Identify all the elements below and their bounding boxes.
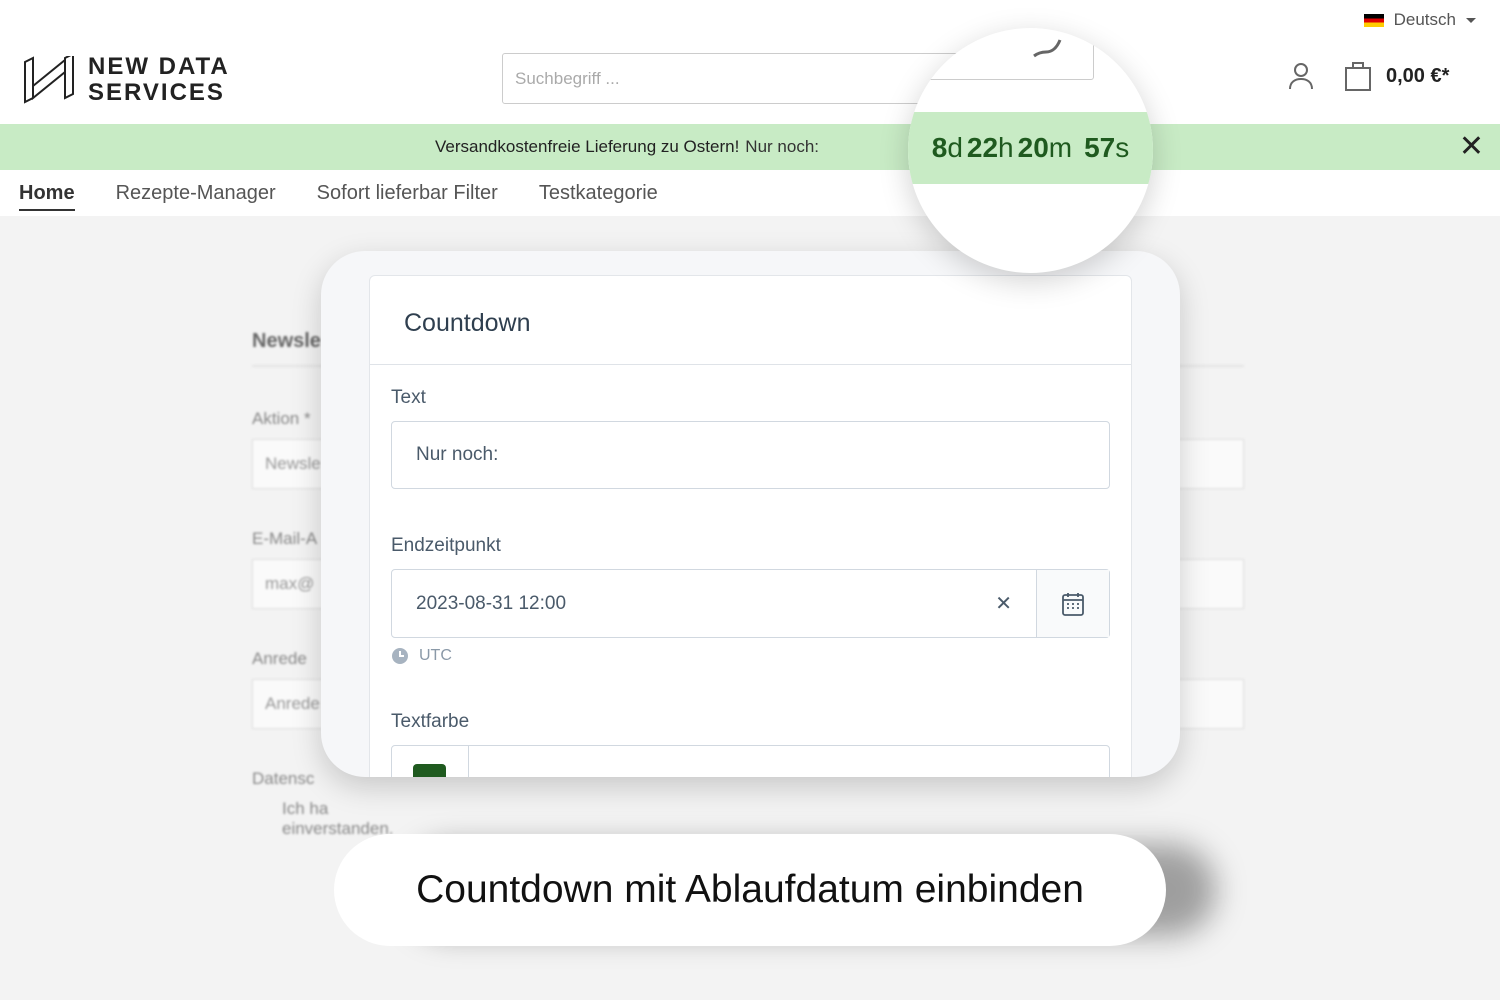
text-label: Text: [391, 387, 426, 408]
settings-panel: Countdown Text Nur noch: Endzeitpunkt 20…: [321, 251, 1180, 777]
caret-down-icon: [1466, 17, 1476, 23]
countdown-hours: 22: [966, 132, 999, 163]
nav-sofort-lieferbar[interactable]: Sofort lieferbar Filter: [317, 182, 498, 205]
account-icon[interactable]: [1288, 62, 1314, 90]
banner-prefix: Nur noch:: [745, 137, 819, 156]
clock-icon: [392, 648, 408, 664]
language-selector[interactable]: Deutsch: [1363, 10, 1476, 30]
nav-rezepte-manager[interactable]: Rezepte-Manager: [116, 182, 276, 205]
promo-banner: Versandkostenfreie Lieferung zu Ostern! …: [0, 124, 1500, 170]
clear-icon[interactable]: ✕: [995, 591, 1012, 616]
language-label: Deutsch: [1393, 10, 1456, 29]
end-datetime-input[interactable]: 2023-08-31 12:00 ✕: [391, 569, 1110, 638]
countdown-seconds: 57: [1084, 132, 1116, 163]
end-label: Endzeitpunkt: [391, 535, 501, 556]
unit: s: [1115, 132, 1130, 163]
magnifier-countdown: 8d 22h 20m 57s: [908, 28, 1153, 273]
end-value: 2023-08-31 12:00: [416, 592, 567, 614]
nav-home[interactable]: Home: [19, 182, 75, 211]
logo[interactable]: NEW DATA SERVICES: [22, 54, 230, 106]
text-value: Nur noch:: [416, 444, 499, 465]
unit: d: [947, 132, 963, 163]
main-nav: Home Rezepte-Manager Sofort lieferbar Fi…: [0, 170, 1500, 216]
caption-text: Countdown mit Ablaufdatum einbinden: [416, 868, 1084, 911]
german-flag-icon: [1363, 13, 1384, 27]
countdown-days: 8: [931, 132, 948, 163]
search-placeholder: Suchbegriff ...: [515, 68, 620, 88]
text-input[interactable]: Nur noch:: [391, 421, 1110, 489]
form-checkbox: Ich ha einverstanden.: [252, 799, 1244, 839]
shopping-bag-icon: [1345, 62, 1371, 91]
close-icon[interactable]: ✕: [1459, 132, 1484, 162]
calendar-button[interactable]: [1036, 570, 1109, 637]
nav-testkategorie[interactable]: Testkategorie: [539, 182, 658, 205]
banner-text: Versandkostenfreie Lieferung zu Ostern!: [435, 137, 740, 156]
countdown-timer: 8d 22h 20m 57s: [908, 112, 1153, 184]
search-icon[interactable]: [1032, 38, 1068, 60]
logo-line1: NEW DATA: [88, 53, 230, 80]
header: Deutsch NEW DATA SERVICES Suchbegriff ...…: [0, 0, 1500, 124]
timezone-label: UTC: [419, 647, 452, 664]
card-title: Countdown: [370, 276, 1131, 365]
color-label: Textfarbe: [391, 711, 470, 732]
cart-total: 0,00 €*: [1386, 64, 1450, 87]
color-swatch[interactable]: [392, 746, 469, 777]
logo-icon: [24, 56, 74, 104]
unit: m: [1048, 132, 1073, 163]
caption: Countdown mit Ablaufdatum einbinden: [334, 834, 1166, 946]
unit: h: [998, 132, 1014, 163]
cart-button[interactable]: 0,00 €*: [1344, 60, 1449, 92]
countdown-card: Countdown Text Nur noch: Endzeitpunkt 20…: [369, 275, 1132, 777]
countdown-minutes: 20: [1017, 132, 1049, 163]
logo-line2: SERVICES: [88, 79, 225, 106]
calendar-icon: [1062, 592, 1084, 616]
checkbox-label: Ich ha: [282, 799, 329, 818]
color-input[interactable]: [391, 745, 1110, 777]
